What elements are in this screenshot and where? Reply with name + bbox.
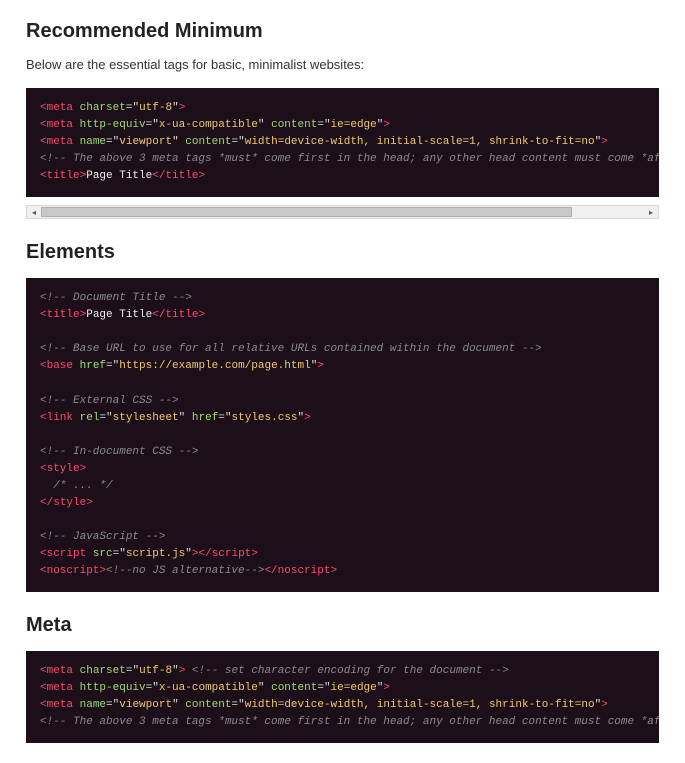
codeblock-elements[interactable]: <!-- Document Title --><title>Page Title… bbox=[26, 278, 659, 592]
scroll-left-arrow-icon[interactable]: ◂ bbox=[27, 206, 41, 218]
codeblock-meta[interactable]: <meta charset="utf-8"> <!-- set characte… bbox=[26, 651, 659, 743]
heading-recommended-minimum: Recommended Minimum bbox=[26, 20, 659, 43]
codeblock-recmin[interactable]: <meta charset="utf-8"><meta http-equiv="… bbox=[26, 88, 659, 197]
codeblock-wrap-meta: <meta charset="utf-8"> <!-- set characte… bbox=[26, 651, 659, 743]
codeblock-wrap-elements: <!-- Document Title --><title>Page Title… bbox=[26, 278, 659, 592]
heading-meta: Meta bbox=[26, 614, 659, 637]
scrollbar-track[interactable] bbox=[41, 207, 644, 217]
desc-recommended-minimum: Below are the essential tags for basic, … bbox=[26, 57, 659, 72]
section-elements: Elements <!-- Document Title --><title>P… bbox=[26, 241, 659, 592]
section-meta: Meta <meta charset="utf-8"> <!-- set cha… bbox=[26, 614, 659, 743]
scroll-right-arrow-icon[interactable]: ▸ bbox=[644, 206, 658, 218]
scrollbar-thumb[interactable] bbox=[41, 207, 572, 217]
codeblock-wrap-recmin: <meta charset="utf-8"><meta http-equiv="… bbox=[26, 88, 659, 197]
heading-elements: Elements bbox=[26, 241, 659, 264]
horizontal-scrollbar[interactable]: ◂ ▸ bbox=[26, 205, 659, 219]
section-recommended-minimum: Recommended Minimum Below are the essent… bbox=[26, 20, 659, 219]
